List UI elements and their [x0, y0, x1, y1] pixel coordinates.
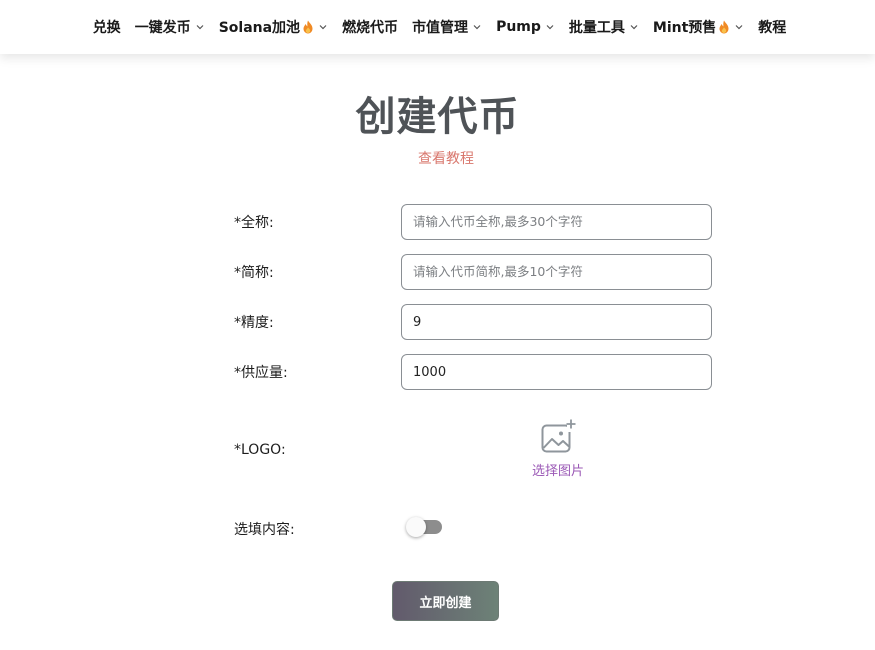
supply-input[interactable]	[401, 354, 712, 390]
nav-item-pump[interactable]: Pump	[489, 5, 562, 49]
create-now-button[interactable]: 立即创建	[392, 581, 499, 621]
nav-list: 兑换 一键发币 Solana加池 燃烧代币 市值管理 Pump 批量工具 Min…	[82, 5, 794, 49]
symbol-label: *简称:	[234, 265, 274, 281]
nav-item-label: 批量工具	[568, 20, 625, 36]
supply-row: *供应量:	[234, 354, 714, 390]
chevron-down-icon	[473, 25, 481, 30]
logo-upload[interactable]: 选择图片	[522, 418, 594, 482]
nav-item-mint-presale[interactable]: Mint预售	[646, 5, 751, 49]
nav-item-one-click-issue[interactable]: 一键发币	[128, 5, 212, 49]
image-add-icon	[541, 419, 576, 453]
chevron-down-icon	[546, 25, 554, 30]
fullname-input[interactable]	[401, 204, 712, 240]
top-navigation: 兑换 一键发币 Solana加池 燃烧代币 市值管理 Pump 批量工具 Min…	[0, 0, 875, 54]
nav-item-label: Mint预售	[652, 20, 717, 36]
nav-item-batch-tools[interactable]: 批量工具	[562, 5, 646, 49]
nav-item-label: 燃烧代币	[342, 20, 399, 36]
select-image-label: 选择图片	[531, 464, 584, 479]
fullname-label: *全称:	[234, 215, 274, 231]
chevron-down-icon	[196, 25, 204, 30]
symbol-input[interactable]	[401, 254, 712, 290]
optional-toggle[interactable]	[406, 517, 442, 537]
nav-item-swap[interactable]: 兑换	[86, 5, 128, 49]
nav-item-burn-token[interactable]: 燃烧代币	[335, 5, 405, 49]
chevron-down-icon	[735, 25, 743, 30]
nav-item-label: 一键发币	[134, 20, 191, 36]
nav-item-label: Solana加池	[218, 20, 301, 36]
supply-label: *供应量:	[234, 365, 288, 381]
logo-row: *LOGO: 选择图片	[234, 418, 714, 482]
nav-item-solana-pool[interactable]: Solana加池	[212, 5, 335, 49]
nav-item-market-cap[interactable]: 市值管理	[405, 5, 489, 49]
chevron-down-icon	[319, 25, 327, 30]
view-tutorial-link[interactable]: 查看教程	[0, 148, 875, 168]
symbol-row: *简称:	[234, 254, 714, 290]
toggle-knob	[406, 517, 426, 537]
nav-item-label: 市值管理	[412, 20, 469, 36]
page-title: 创建代币	[355, 94, 520, 140]
chevron-down-icon	[630, 25, 638, 30]
fire-icon	[719, 20, 729, 34]
nav-item-label: 教程	[758, 20, 787, 36]
fire-icon	[303, 20, 313, 34]
optional-row: 选填内容:	[234, 515, 714, 541]
nav-item-label: Pump	[496, 19, 541, 35]
nav-item-label: 兑换	[92, 20, 121, 36]
decimals-row: *精度:	[234, 304, 714, 340]
fullname-row: *全称:	[234, 204, 714, 240]
decimals-label: *精度:	[234, 315, 274, 331]
nav-item-tutorial[interactable]: 教程	[751, 5, 793, 49]
optional-label: 选填内容:	[234, 522, 295, 538]
logo-label: *LOGO:	[234, 442, 286, 458]
decimals-input[interactable]	[401, 304, 712, 340]
